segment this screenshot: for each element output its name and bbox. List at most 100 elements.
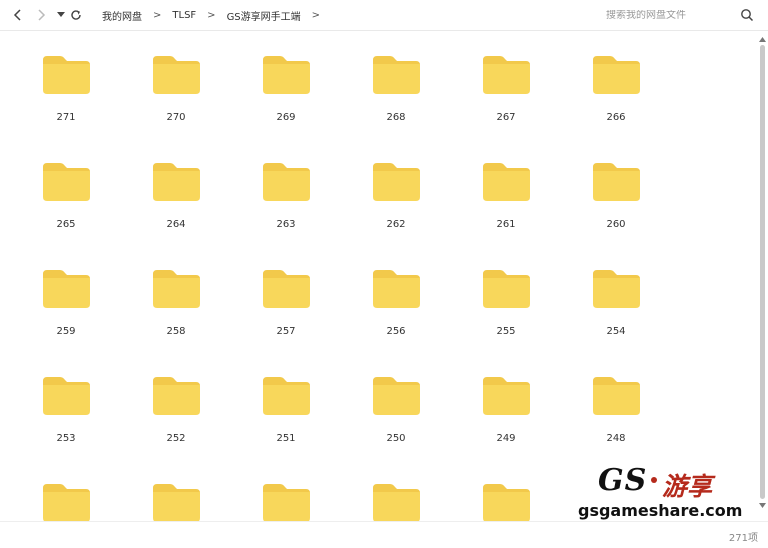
folder-icon — [153, 377, 200, 415]
folder-label: 250 — [386, 433, 406, 444]
folder-item[interactable]: 257 — [231, 245, 341, 340]
folder-item[interactable] — [231, 459, 341, 521]
folder-item[interactable]: 258 — [121, 245, 231, 340]
folder-item[interactable]: 263 — [231, 138, 341, 233]
folder-icon — [43, 484, 90, 521]
folder-icon — [153, 484, 200, 521]
refresh-icon — [71, 10, 81, 20]
breadcrumb-separator: > — [207, 9, 216, 21]
folder-icon — [263, 270, 310, 308]
folder-label: 271 — [56, 112, 76, 123]
folder-item[interactable]: 266 — [561, 31, 671, 126]
folder-item[interactable]: 261 — [451, 138, 561, 233]
watermark-dot — [651, 477, 657, 483]
folder-item[interactable] — [11, 459, 121, 521]
search-box — [606, 0, 756, 30]
item-count: 271项 — [728, 533, 758, 544]
refresh-button[interactable] — [67, 6, 85, 24]
breadcrumb-item-current[interactable]: GS游享网手工端 — [227, 8, 301, 23]
folder-icon — [43, 270, 90, 308]
watermark: GS 游享 gsgameshare.com — [578, 463, 748, 523]
folder-label: 255 — [496, 326, 516, 337]
chevron-right-icon — [38, 9, 46, 21]
watermark-url: gsgameshare.com — [578, 501, 743, 520]
folder-label: 268 — [386, 112, 406, 123]
watermark-chinese: 游享 — [662, 472, 713, 501]
folder-item[interactable]: 268 — [341, 31, 451, 126]
scrollbar-thumb[interactable] — [760, 45, 765, 499]
folder-icon — [43, 56, 90, 94]
folder-item[interactable]: 255 — [451, 245, 561, 340]
folder-label: 267 — [496, 112, 516, 123]
folder-item[interactable]: 250 — [341, 352, 451, 447]
folder-label: 260 — [606, 219, 626, 230]
folder-item[interactable]: 270 — [121, 31, 231, 126]
folder-icon — [263, 484, 310, 521]
folder-icon — [153, 270, 200, 308]
forward-button[interactable] — [32, 6, 50, 24]
caret-down-icon — [57, 12, 65, 17]
folder-item[interactable]: 251 — [231, 352, 341, 447]
folder-icon — [153, 56, 200, 94]
folder-icon — [593, 56, 640, 94]
folder-label: 256 — [386, 326, 406, 337]
folder-icon — [373, 56, 420, 94]
folder-label: 270 — [166, 112, 186, 123]
folder-item[interactable]: 252 — [121, 352, 231, 447]
folder-label: 257 — [276, 326, 296, 337]
breadcrumb: 我的网盘 > TLSF > GS游享网手工端 > — [102, 0, 331, 30]
folder-icon — [43, 163, 90, 201]
breadcrumb-expand-button[interactable]: > — [312, 10, 320, 21]
folder-item[interactable]: 254 — [561, 245, 671, 340]
folder-item[interactable]: 256 — [341, 245, 451, 340]
search-input[interactable] — [606, 9, 726, 21]
search-icon[interactable] — [740, 8, 754, 22]
folder-icon — [263, 56, 310, 94]
breadcrumb-item-tlsf[interactable]: TLSF — [172, 10, 196, 21]
folder-item[interactable]: 269 — [231, 31, 341, 126]
folder-icon — [43, 377, 90, 415]
folder-icon — [593, 163, 640, 201]
breadcrumb-separator: > — [153, 9, 162, 21]
chevron-left-icon — [13, 9, 21, 21]
folder-icon — [483, 270, 530, 308]
scroll-up-icon[interactable] — [759, 37, 766, 42]
folder-label: 263 — [276, 219, 296, 230]
folder-label: 266 — [606, 112, 626, 123]
folder-item[interactable]: 264 — [121, 138, 231, 233]
folder-label: 269 — [276, 112, 296, 123]
folder-label: 251 — [276, 433, 296, 444]
folder-label: 249 — [496, 433, 516, 444]
folder-icon — [373, 270, 420, 308]
breadcrumb-item-my-drive[interactable]: 我的网盘 — [102, 8, 142, 23]
scroll-down-icon[interactable] — [759, 503, 766, 508]
status-bar: 271项 — [0, 521, 768, 548]
folder-icon — [153, 163, 200, 201]
folder-item[interactable] — [451, 459, 561, 521]
folder-item[interactable]: 260 — [561, 138, 671, 233]
folder-item[interactable]: 262 — [341, 138, 451, 233]
folder-icon — [483, 56, 530, 94]
folder-icon — [373, 484, 420, 521]
back-button[interactable] — [9, 6, 27, 24]
folder-icon — [373, 163, 420, 201]
folder-label: 265 — [56, 219, 76, 230]
folder-item[interactable]: 271 — [11, 31, 121, 126]
folder-icon — [263, 377, 310, 415]
folder-label: 254 — [606, 326, 626, 337]
folder-item[interactable]: 265 — [11, 138, 121, 233]
folder-item[interactable] — [121, 459, 231, 521]
folder-icon — [373, 377, 420, 415]
folder-item[interactable] — [341, 459, 451, 521]
watermark-logo: GS — [598, 463, 648, 498]
folder-grid: 271 270 269 268 267 266 265 264 263 262 261 260 259 2… — [0, 31, 756, 521]
vertical-scrollbar[interactable] — [757, 31, 768, 521]
folder-item[interactable]: 259 — [11, 245, 121, 340]
folder-item[interactable]: 249 — [451, 352, 561, 447]
folder-item[interactable]: 253 — [11, 352, 121, 447]
folder-item[interactable]: 267 — [451, 31, 561, 126]
folder-icon — [593, 270, 640, 308]
folder-label: 261 — [496, 219, 516, 230]
folder-item[interactable]: 248 — [561, 352, 671, 447]
folder-icon — [263, 163, 310, 201]
